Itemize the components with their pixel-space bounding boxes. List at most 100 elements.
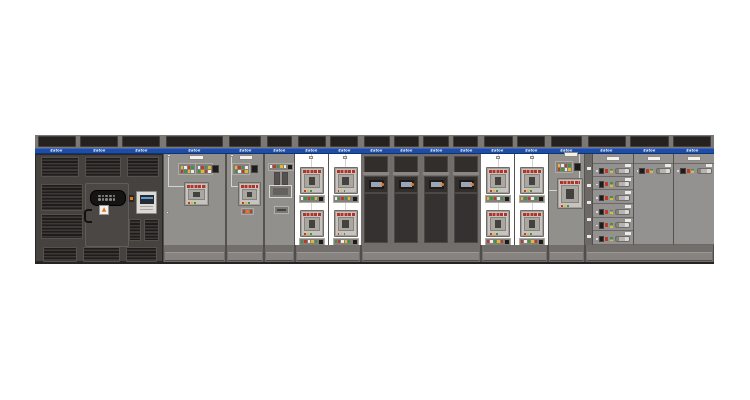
hmi-door[interactable] [452, 154, 480, 245]
feeder-breaker[interactable] [486, 210, 510, 237]
screw [637, 170, 639, 172]
feeder-breaker[interactable] [334, 167, 358, 194]
vt-drawout-tray[interactable] [269, 185, 292, 198]
door-top-panel [454, 156, 478, 173]
hmi-door[interactable] [392, 154, 420, 245]
feeder-column [481, 154, 515, 245]
section-face [163, 154, 226, 245]
mcc-bucket[interactable] [593, 231, 633, 245]
stop-pushbutton[interactable] [599, 209, 605, 216]
mimic-connector [309, 156, 313, 159]
feeder-column [329, 154, 362, 245]
hmi-door[interactable] [422, 154, 450, 245]
red-pilot-light [605, 237, 608, 241]
nameplate [564, 152, 578, 157]
main-breaker-section-2: Eaton [226, 135, 264, 264]
brand-logo: Eaton [686, 149, 698, 152]
roof-vent [551, 136, 582, 147]
feeder-breaker[interactable] [486, 167, 510, 194]
equipment-lineup: EatonEatonEaton ▲ [35, 135, 714, 264]
mcc-bucket[interactable] [593, 218, 633, 232]
indicator-cluster [555, 161, 573, 173]
feeder-breaker[interactable] [300, 167, 324, 194]
roof-vent [229, 136, 261, 147]
louver-vent [41, 157, 79, 177]
breaker-operating-handle[interactable] [615, 236, 630, 242]
pilot-light-row [299, 195, 325, 203]
feeder-breaker[interactable] [300, 210, 324, 237]
louver-vent [41, 184, 83, 211]
pilot-light-row [485, 195, 511, 203]
feeder-breaker[interactable] [520, 167, 544, 194]
door-rail [393, 172, 419, 175]
feeder-breaker-section-2: EatonEaton [481, 135, 548, 264]
amber-pilot-light [471, 183, 474, 186]
section-face [226, 154, 264, 245]
stop-pushbutton[interactable] [639, 168, 645, 175]
mcc-bucket[interactable] [674, 163, 714, 245]
stop-pushbutton[interactable] [680, 168, 686, 175]
pilot-light-pair [610, 182, 613, 186]
stop-pushbutton[interactable] [599, 236, 605, 243]
mcc-bucket[interactable] [593, 177, 633, 191]
amber-pilot-light [129, 195, 134, 202]
generator-controller-display[interactable] [136, 191, 157, 214]
roof-vent [166, 136, 223, 147]
brand-logo: Eaton [136, 149, 148, 152]
vertical-wireway [585, 154, 593, 245]
nameplate [687, 156, 701, 161]
roof-vent [588, 136, 626, 147]
breaker-operating-handle[interactable] [615, 181, 630, 187]
screw [596, 238, 598, 240]
pilot-light-pair [610, 237, 613, 241]
brand-logo: Eaton [239, 149, 251, 152]
section-base [481, 245, 548, 262]
brand-logo: Eaton [50, 149, 62, 152]
feeder-column [295, 154, 329, 245]
brand-logo: Eaton [273, 149, 285, 152]
roof-vent [517, 136, 546, 147]
nameplate [606, 156, 620, 161]
mcc-bucket[interactable] [634, 163, 674, 245]
label-chip [166, 211, 169, 214]
fuse [274, 172, 280, 185]
red-pilot-light [646, 169, 649, 173]
door-handle-icon[interactable] [84, 209, 92, 223]
stop-pushbutton[interactable] [599, 195, 605, 202]
tie-breaker[interactable] [557, 178, 583, 209]
pilot-light-row [519, 195, 545, 203]
mcc-bucket[interactable] [593, 204, 633, 218]
air-circuit-breaker[interactable] [184, 182, 209, 206]
brand-logo: Eaton [492, 149, 504, 152]
stop-pushbutton[interactable] [599, 222, 605, 229]
mcc-bucket[interactable] [593, 190, 633, 204]
breaker-operating-handle[interactable] [656, 168, 671, 174]
generator-cabinet-body: ▲ [35, 154, 163, 262]
nameplate [189, 155, 204, 160]
breaker-operating-handle[interactable] [615, 195, 630, 201]
mcc-section: EatonEatonEaton [585, 135, 714, 264]
roof-vent [453, 136, 479, 147]
mimic-connector [230, 154, 234, 157]
louver-vent [43, 247, 77, 262]
door-top-panel [424, 156, 448, 173]
breaker-operating-handle[interactable] [615, 209, 630, 215]
roof-vents [35, 135, 163, 148]
brand-logo: Eaton [460, 149, 472, 152]
control-door[interactable]: ▲ [85, 183, 129, 247]
stop-pushbutton[interactable] [599, 168, 605, 175]
floor-line [35, 262, 714, 264]
red-pilot-light [605, 223, 608, 227]
feeder-breaker[interactable] [520, 210, 544, 237]
mimic-connector [167, 154, 171, 157]
breaker-operating-handle[interactable] [615, 222, 630, 228]
breaker-operating-handle[interactable] [615, 168, 630, 174]
section-base [163, 245, 226, 262]
mcc-bucket[interactable] [593, 163, 633, 177]
hmi-door[interactable] [362, 154, 390, 245]
red-pilot-light [605, 169, 608, 173]
air-circuit-breaker[interactable] [238, 182, 261, 206]
stop-pushbutton[interactable] [599, 181, 605, 188]
feeder-breaker[interactable] [334, 210, 358, 237]
breaker-operating-handle[interactable] [697, 168, 712, 174]
